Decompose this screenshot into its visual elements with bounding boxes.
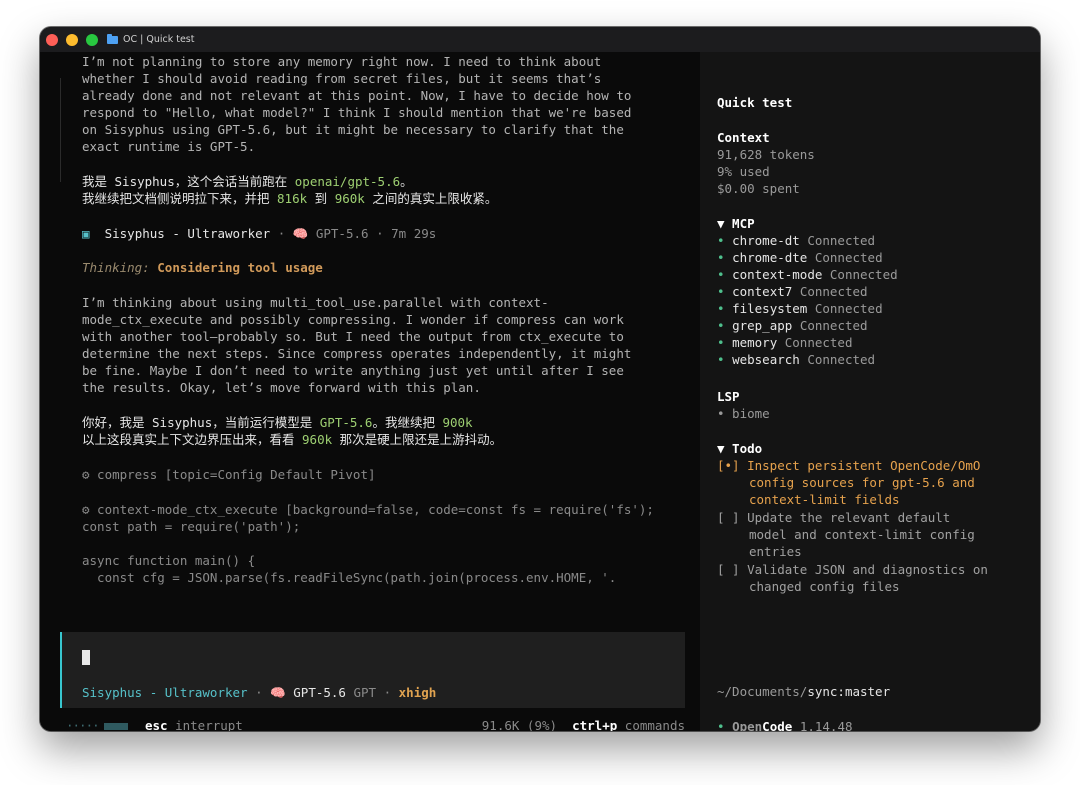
- assistant-reply-line: 我继续把文档侧说明拉下来，并把 816k 到 960k 之间的真实上限收紧。: [82, 191, 498, 206]
- todo-item-pending: [ ] Update the relevant default: [717, 510, 951, 525]
- close-button[interactable]: [46, 33, 58, 46]
- mcp-item-grep-app: • grep_app Connected: [717, 318, 868, 333]
- maximize-button[interactable]: [86, 33, 98, 46]
- commands-hint[interactable]: 91.6K (9%) ctrl+p commands: [482, 718, 685, 731]
- assistant-reply-line: 你好，我是 Sisyphus，当前运行模型是 GPT-5.6。我继续把 900k: [82, 415, 473, 430]
- tool-call-compress: ⚙ compress [topic=Config Default Pivot]: [82, 467, 376, 482]
- code-line: const cfg = JSON.parse(fs.readFileSync(p…: [82, 570, 617, 585]
- session-sidebar: Quick test Context 91,628 tokens 9% used…: [700, 52, 1040, 731]
- reasoning-line: respond to "Hello, what model?" I think …: [82, 105, 632, 120]
- context-tokens: 91,628 tokens: [717, 147, 815, 162]
- reasoning-line: the results. Okay, let’s move forward wi…: [82, 380, 481, 395]
- reasoning-line: mode_ctx_execute and possibly compressin…: [82, 312, 624, 327]
- agent-status-line: ▣ Sisyphus - Ultraworker · 🧠 GPT-5.6 · 7…: [82, 226, 437, 241]
- session-title: Quick test: [717, 95, 793, 110]
- todo-item-line: model and context-limit config: [749, 527, 975, 542]
- lsp-item-biome: • biome: [717, 406, 770, 421]
- mcp-header[interactable]: ▼ MCP: [717, 215, 755, 232]
- mcp-item-context-mode: • context-mode Connected: [717, 267, 898, 282]
- minimize-button[interactable]: [66, 33, 78, 46]
- brain-icon: 🧠: [292, 226, 309, 241]
- app-version: • OpenCode 1.14.48: [717, 719, 853, 731]
- model-id: openai/gpt-5.6: [294, 174, 401, 189]
- todo-item-active: [•] Inspect persistent OpenCode/OmO: [717, 458, 981, 473]
- mcp-item-filesystem: • filesystem Connected: [717, 301, 883, 316]
- code-line: async function main() {: [82, 553, 256, 568]
- prompt-agent-status: Sisyphus - Ultraworker · 🧠 GPT-5.6 GPT ·…: [82, 685, 437, 700]
- agent-square-icon: ▣: [82, 226, 90, 241]
- text-cursor: [82, 650, 90, 665]
- working-directory: ~/Documents/sync:master: [717, 684, 891, 699]
- mcp-item-websearch: • websearch Connected: [717, 352, 876, 367]
- prompt-accent-bar: [60, 632, 62, 708]
- thinking-header: Thinking: Considering tool usage: [82, 260, 323, 275]
- todo-item-line: config sources for gpt-5.6 and: [749, 475, 975, 490]
- todo-item-line: entries: [749, 544, 802, 559]
- window-title-group: OC | Quick test: [107, 33, 195, 45]
- todo-item-pending: [ ] Validate JSON and diagnostics on: [717, 562, 988, 577]
- progress-blocks: [104, 723, 128, 730]
- activity-dots: ·····: [66, 718, 100, 731]
- reasoning-line: on Sisyphus using GPT-5.6, but it might …: [82, 122, 624, 137]
- folder-icon: [107, 33, 118, 44]
- reasoning-line: with another tool—probably so. But I nee…: [82, 329, 624, 344]
- mcp-item-chrome-dt: • chrome-dt Connected: [717, 233, 876, 248]
- todo-header[interactable]: ▼ Todo: [717, 440, 762, 457]
- window-title: OC | Quick test: [123, 34, 195, 45]
- interrupt-hint[interactable]: esc interrupt: [145, 718, 243, 731]
- context-header: Context: [717, 130, 770, 145]
- assistant-reply-line: 以上这段真实上下文边界压出来，看看 960k 那次是硬上限还是上游抖动。: [82, 432, 503, 447]
- terminal-window: OC | Quick test I’m not planning to stor…: [40, 27, 1040, 731]
- mcp-item-memory: • memory Connected: [717, 335, 853, 350]
- reasoning-line: already done and not relevant at this po…: [82, 88, 632, 103]
- reasoning-line: whether I should avoid reading from secr…: [82, 71, 602, 86]
- reasoning-line: be fine. Maybe I don’t need to write any…: [82, 363, 624, 378]
- chat-panel[interactable]: I’m not planning to store any memory rig…: [40, 52, 700, 731]
- todo-item-line: context-limit fields: [749, 492, 900, 507]
- lsp-header: LSP: [717, 389, 740, 404]
- reasoning-line: I’m not planning to store any memory rig…: [82, 54, 602, 69]
- mcp-item-chrome-dte: • chrome-dte Connected: [717, 250, 883, 265]
- prompt-input[interactable]: Sisyphus - Ultraworker · 🧠 GPT-5.6 GPT ·…: [60, 632, 685, 708]
- git-branch: sync:master: [807, 684, 891, 699]
- reasoning-line: I’m thinking about using multi_tool_use.…: [82, 295, 549, 310]
- context-spent: $0.00 spent: [717, 181, 800, 196]
- assistant-reply-line: 我是 Sisyphus，这个会话当前跑在 openai/gpt-5.6。: [82, 174, 413, 189]
- bottom-status-bar: ····· esc interrupt 91.6K (9%) ctrl+p co…: [60, 718, 685, 731]
- token-count: 91.6K (9%): [481, 718, 558, 731]
- code-line: const path = require('path');: [82, 519, 301, 534]
- brain-icon: 🧠: [270, 685, 286, 700]
- mcp-item-context7: • context7 Connected: [717, 284, 868, 299]
- context-used: 9% used: [717, 164, 770, 179]
- reasoning-line: determine the next steps. Since compress…: [82, 346, 632, 361]
- reasoning-line: exact runtime is GPT-5.: [82, 139, 256, 154]
- reasoning-effort: xhigh: [398, 685, 437, 700]
- title-bar: OC | Quick test: [40, 27, 1040, 52]
- todo-item-line: changed config files: [749, 579, 900, 594]
- tool-call-ctx-execute: ⚙ context-mode_ctx_execute [background=f…: [82, 502, 654, 517]
- reasoning-border: [60, 78, 61, 182]
